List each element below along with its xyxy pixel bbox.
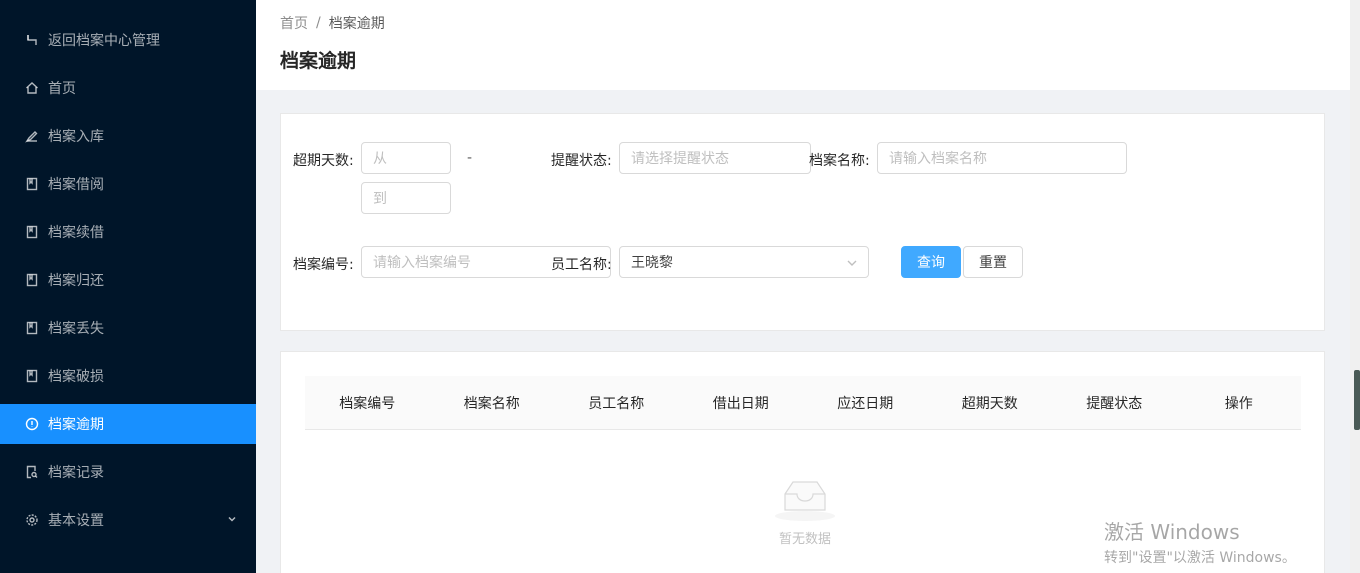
book-icon xyxy=(24,272,40,288)
column-header: 操作 xyxy=(1224,395,1253,412)
windows-activation-watermark: 激活 Windows 转到"设置"以激活 Windows。 xyxy=(1104,520,1296,567)
home-icon xyxy=(24,80,40,96)
watermark-subtitle: 转到"设置"以激活 Windows。 xyxy=(1104,550,1296,566)
sidebar-item-label: 档案记录 xyxy=(48,465,104,481)
remind-status-select[interactable]: 请选择提醒状态 xyxy=(619,142,811,174)
sidebar-item-borrow[interactable]: 档案借阅 xyxy=(0,164,256,204)
sidebar-item-label: 档案丢失 xyxy=(48,321,104,337)
gear-icon xyxy=(24,512,40,528)
column-header: 档案名称 xyxy=(463,395,520,412)
employee-select-value: 王晓黎 xyxy=(631,255,673,271)
page-title: 档案逾期 xyxy=(280,50,357,72)
column-header: 提醒状态 xyxy=(1086,395,1143,412)
employee-label: 员工名称: xyxy=(551,257,612,273)
edit-icon xyxy=(24,128,40,144)
archive-name-input[interactable]: 请输入档案名称 xyxy=(877,142,1127,174)
sidebar-item-return[interactable]: 档案归还 xyxy=(0,260,256,300)
breadcrumb-separator: / xyxy=(316,15,321,31)
sidebar-item-home[interactable]: 首页 xyxy=(0,68,256,108)
archive-name-label: 档案名称: xyxy=(809,153,870,169)
watermark-title: 激活 Windows xyxy=(1104,520,1240,544)
column-header: 超期天数 xyxy=(961,395,1018,412)
filter-panel: 超期天数: 从 - 到 提醒状态: 请选择提醒状态 档案名称: 请输入档案名称 … xyxy=(280,113,1325,331)
sidebar-item-label: 档案续借 xyxy=(48,225,104,241)
breadcrumb: 首页 / 档案逾期 xyxy=(280,14,1326,32)
book-icon xyxy=(24,224,40,240)
empty-text: 暂无数据 xyxy=(778,532,831,547)
overdue-days-label: 超期天数: xyxy=(293,153,354,169)
breadcrumb-current: 档案逾期 xyxy=(328,16,385,32)
range-dash: - xyxy=(467,150,473,166)
sidebar-item-label: 档案破损 xyxy=(48,369,104,385)
overdue-days-from-input[interactable]: 从 xyxy=(361,142,451,174)
file-search-icon xyxy=(24,464,40,480)
back-icon xyxy=(24,32,40,48)
sidebar-item-records[interactable]: 档案记录 xyxy=(0,452,256,492)
page-header: 首页 / 档案逾期 档案逾期 xyxy=(256,0,1350,90)
sidebar-item-label: 档案归还 xyxy=(48,273,104,289)
sidebar-item-label: 基本设置 xyxy=(48,513,104,529)
empty-inbox-icon xyxy=(775,481,835,521)
sidebar-item-label: 返回档案中心管理 xyxy=(48,33,160,49)
archive-no-label: 档案编号: xyxy=(293,257,354,273)
scrollbar-thumb[interactable] xyxy=(1354,370,1360,430)
column-header: 应还日期 xyxy=(837,395,894,412)
sidebar: 返回档案中心管理 首页 档案入库 档案借阅 档案续借 档案归还 档案丢失 档案破… xyxy=(0,0,256,573)
reset-button[interactable]: 重置 xyxy=(963,246,1023,278)
table-header: 档案编号 档案名称 员工名称 借出日期 应还日期 超期天数 提醒状态 操作 xyxy=(305,376,1301,430)
sidebar-item-overdue[interactable]: 档案逾期 xyxy=(0,404,256,444)
book-icon xyxy=(24,320,40,336)
sidebar-item-damaged[interactable]: 档案破损 xyxy=(0,356,256,396)
sidebar-item-back[interactable]: 返回档案中心管理 xyxy=(0,20,256,60)
breadcrumb-home-link[interactable]: 首页 xyxy=(280,13,308,33)
sidebar-item-settings[interactable]: 基本设置 xyxy=(0,500,256,540)
chevron-down-icon xyxy=(226,513,238,525)
sidebar-item-archive-in[interactable]: 档案入库 xyxy=(0,116,256,156)
remind-status-label: 提醒状态: xyxy=(551,153,612,169)
sidebar-item-lost[interactable]: 档案丢失 xyxy=(0,308,256,348)
scrollbar[interactable] xyxy=(1350,0,1360,573)
column-header: 员工名称 xyxy=(588,395,645,412)
book-icon xyxy=(24,176,40,192)
chevron-down-icon xyxy=(846,257,858,269)
overdue-days-to-input[interactable]: 到 xyxy=(361,182,451,214)
sidebar-item-renew[interactable]: 档案续借 xyxy=(0,212,256,252)
employee-select[interactable]: 王晓黎 xyxy=(619,246,869,278)
sidebar-item-label: 档案逾期 xyxy=(48,417,104,433)
alert-icon xyxy=(24,416,40,432)
query-button[interactable]: 查询 xyxy=(901,246,961,278)
column-header: 档案编号 xyxy=(339,395,396,412)
book-icon xyxy=(24,368,40,384)
sidebar-item-label: 首页 xyxy=(48,81,76,97)
column-header: 借出日期 xyxy=(712,395,769,412)
sidebar-item-label: 档案借阅 xyxy=(48,177,104,193)
sidebar-item-label: 档案入库 xyxy=(48,129,104,145)
